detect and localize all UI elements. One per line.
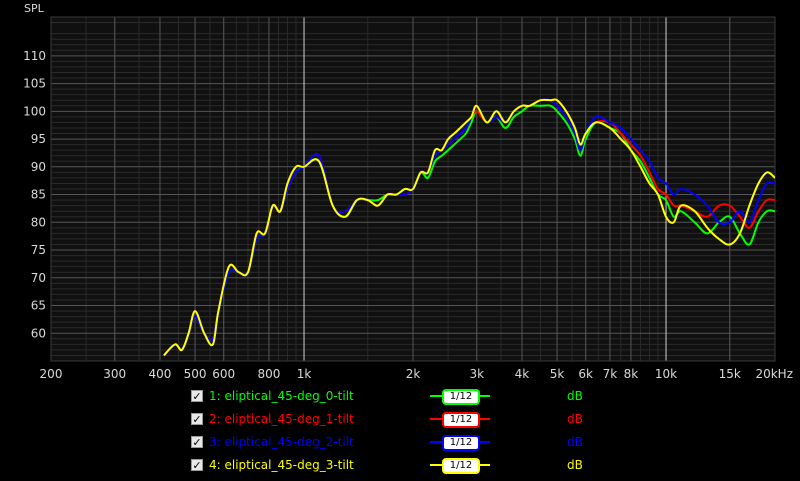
- x-tick-label: 6k: [578, 367, 593, 381]
- series-1-smoothing[interactable]: 1/12: [430, 389, 490, 405]
- x-tick-label: 20kHz: [755, 367, 793, 381]
- x-tick-label: 400: [149, 367, 172, 381]
- series-2-checkbox[interactable]: ✓: [191, 413, 203, 425]
- series-1-unit: dB: [567, 389, 583, 403]
- spl-chart[interactable]: 200 300 400 500 600 800 1k 2k 3k 4k 5k 6k 7k 8k 10k 15k…: [0, 0, 800, 390]
- y-tick-label: 105: [23, 77, 46, 91]
- series-2-unit: dB: [567, 412, 583, 426]
- legend-item[interactable]: ✓ 4: eliptical_45-deg_3-tilt 1/12 dB: [0, 458, 800, 476]
- x-tick-label: 300: [103, 367, 126, 381]
- y-tick-label: 100: [23, 104, 46, 118]
- y-tick-label: 75: [31, 243, 46, 257]
- series-2-smoothing[interactable]: 1/12: [430, 412, 490, 428]
- legend-item[interactable]: ✓ 2: eliptical_45-deg_1-tilt 1/12 dB: [0, 412, 800, 430]
- y-tick-label: 70: [31, 271, 46, 285]
- series-3-label: 3: eliptical_45-deg_2-tilt: [209, 435, 354, 449]
- series-2-label: 2: eliptical_45-deg_1-tilt: [209, 412, 354, 426]
- y-axis-label: SPL: [24, 2, 45, 15]
- x-axis-ticks: 200 300 400 500 600 800 1k 2k 3k 4k 5k 6k 7k 8k 10k 15k…: [40, 367, 793, 381]
- x-tick-label: 7k: [603, 367, 618, 381]
- y-tick-label: 90: [31, 160, 46, 174]
- series-1-checkbox[interactable]: ✓: [191, 390, 203, 402]
- x-tick-label: 500: [184, 367, 207, 381]
- series-4-label: 4: eliptical_45-deg_3-tilt: [209, 458, 354, 472]
- x-tick-label: 15k: [719, 367, 741, 381]
- legend-item[interactable]: ✓ 1: eliptical_45-deg_0-tilt 1/12 dB: [0, 389, 800, 407]
- y-tick-label: 85: [31, 188, 46, 202]
- series-4-smoothing[interactable]: 1/12: [430, 458, 490, 474]
- x-tick-label: 200: [40, 367, 63, 381]
- y-tick-label: 110: [23, 49, 46, 63]
- series-4-unit: dB: [567, 458, 583, 472]
- y-tick-label: 80: [31, 215, 46, 229]
- series-3-checkbox[interactable]: ✓: [191, 436, 203, 448]
- x-tick-label: 5k: [550, 367, 565, 381]
- legend-item[interactable]: ✓ 3: eliptical_45-deg_2-tilt 1/12 dB: [0, 435, 800, 453]
- series-2-smoothing-value: 1/12: [442, 412, 480, 428]
- y-tick-label: 60: [31, 326, 46, 340]
- x-tick-label: 10k: [655, 367, 677, 381]
- series-3-unit: dB: [567, 435, 583, 449]
- y-tick-label: 95: [31, 132, 46, 146]
- y-tick-label: 65: [31, 299, 46, 313]
- series-1-label: 1: eliptical_45-deg_0-tilt: [209, 389, 354, 403]
- series-4-smoothing-value: 1/12: [442, 458, 480, 474]
- y-axis-ticks: 60 65 70 75 80 85 90 95 100 105 110: [23, 49, 46, 340]
- x-tick-label: 8k: [624, 367, 639, 381]
- x-tick-label: 600: [212, 367, 235, 381]
- x-tick-label: 800: [257, 367, 280, 381]
- series-1-smoothing-value: 1/12: [442, 389, 480, 405]
- x-tick-label: 3k: [469, 367, 484, 381]
- series-3-smoothing[interactable]: 1/12: [430, 435, 490, 451]
- series-3-smoothing-value: 1/12: [442, 435, 480, 451]
- series-4-checkbox[interactable]: ✓: [191, 459, 203, 471]
- x-tick-label: 2k: [406, 367, 421, 381]
- x-tick-label: 1k: [297, 367, 312, 381]
- x-tick-label: 4k: [515, 367, 530, 381]
